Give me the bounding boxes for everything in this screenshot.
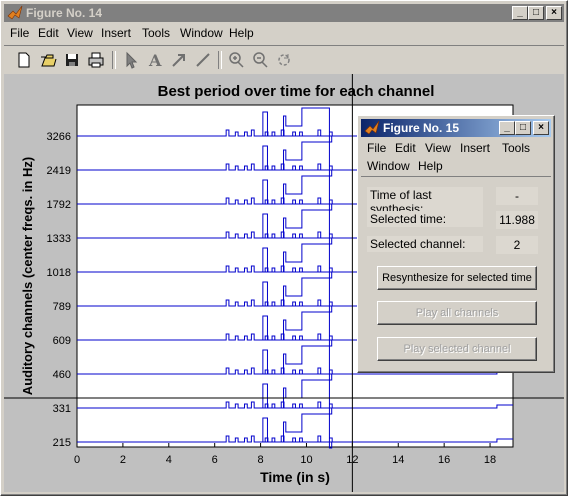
- selected-time-value: 11.988: [496, 211, 538, 229]
- popup-menu-file[interactable]: File: [367, 141, 386, 155]
- selected-time-label: Selected time:: [367, 211, 483, 227]
- menu-tools[interactable]: Tools: [142, 26, 170, 40]
- resynthesize-button[interactable]: Resynthesize for selected time: [377, 266, 537, 290]
- x-tick-label: 8: [258, 454, 264, 466]
- popup-close-button[interactable]: ×: [533, 121, 549, 135]
- y-tick-label: 789: [53, 301, 71, 313]
- popup-menu-view[interactable]: View: [425, 141, 451, 155]
- line-insert-icon[interactable]: [193, 50, 213, 70]
- y-tick-label: 3266: [47, 131, 71, 143]
- new-file-icon[interactable]: [14, 50, 34, 70]
- popup-menu-insert[interactable]: Insert: [460, 141, 490, 155]
- select-arrow-icon[interactable]: [121, 50, 141, 70]
- play-all-channels-button[interactable]: Play all channels: [377, 301, 537, 325]
- y-tick-label: 609: [53, 335, 71, 347]
- popup-minimize-button[interactable]: _: [499, 121, 515, 135]
- chart-title: Best period over time for each channel: [158, 83, 435, 100]
- x-tick-label: 14: [392, 454, 404, 466]
- last-synthesis-value: -: [496, 187, 538, 205]
- toolbar-separator: [218, 51, 222, 69]
- popup-menu-edit[interactable]: Edit: [395, 141, 416, 155]
- zoom-in-icon[interactable]: [226, 50, 246, 70]
- play-selected-channel-button[interactable]: Play selected channel: [377, 337, 537, 361]
- y-tick-label: 1792: [47, 199, 71, 211]
- menu-file[interactable]: File: [10, 26, 29, 40]
- maximize-button[interactable]: □: [528, 6, 544, 20]
- y-tick-label: 331: [53, 403, 71, 415]
- selected-channel-value: 2: [496, 236, 538, 254]
- x-tick-label: 4: [166, 454, 172, 466]
- zoom-out-icon[interactable]: [250, 50, 270, 70]
- y-tick-label: 1018: [47, 267, 71, 279]
- menu-view[interactable]: View: [67, 26, 93, 40]
- close-button[interactable]: ×: [546, 6, 562, 20]
- menu-window[interactable]: Window: [180, 26, 223, 40]
- x-tick-label: 2: [120, 454, 126, 466]
- rotate-icon[interactable]: [274, 50, 294, 70]
- y-axis-label: Auditory channels (center freqs. in Hz): [20, 157, 35, 395]
- popup-window: Figure No. 15 _ □ × File Edit View Inser…: [357, 115, 555, 373]
- x-tick-label: 0: [74, 454, 80, 466]
- popup-menu-tools[interactable]: Tools: [502, 141, 530, 155]
- menu-help[interactable]: Help: [229, 26, 254, 40]
- x-axis-label: Time (in s): [260, 469, 330, 485]
- matlab-logo-icon: [7, 5, 23, 20]
- print-icon[interactable]: [86, 50, 106, 70]
- arrow-insert-icon[interactable]: [169, 50, 189, 70]
- matlab-logo-icon: [364, 120, 380, 135]
- save-icon[interactable]: [62, 50, 82, 70]
- minimize-button[interactable]: _: [512, 6, 528, 20]
- open-folder-icon[interactable]: [38, 50, 58, 70]
- svg-text:A: A: [148, 51, 162, 70]
- x-tick-label: 6: [212, 454, 218, 466]
- main-title-bar[interactable]: Figure No. 14 _ □ ×: [4, 4, 564, 22]
- toolbar-separator: [112, 51, 116, 69]
- y-tick-label: 215: [53, 437, 71, 449]
- popup-title-bar[interactable]: Figure No. 15 _ □ ×: [361, 119, 551, 137]
- popup-menu-help[interactable]: Help: [418, 159, 443, 173]
- menu-edit[interactable]: Edit: [38, 26, 59, 40]
- menu-insert[interactable]: Insert: [101, 26, 131, 40]
- main-window-title: Figure No. 14: [26, 6, 103, 20]
- y-tick-label: 2419: [47, 165, 71, 177]
- popup-menu-bar: File Edit View Insert Tools Window Help: [361, 139, 551, 175]
- main-toolbar: A: [4, 45, 564, 75]
- popup-menu-window[interactable]: Window: [367, 159, 410, 173]
- x-tick-label: 18: [484, 454, 496, 466]
- popup-window-title: Figure No. 15: [383, 121, 460, 135]
- y-tick-label: 460: [53, 369, 71, 381]
- text-insert-icon[interactable]: A: [145, 50, 165, 70]
- selected-channel-label: Selected channel:: [367, 236, 483, 252]
- x-tick-label: 16: [438, 454, 450, 466]
- popup-maximize-button[interactable]: □: [515, 121, 531, 135]
- popup-panel: Time of last synthesis: - Selected time:…: [361, 176, 551, 369]
- y-tick-label: 1333: [47, 233, 71, 245]
- x-tick-label: 10: [300, 454, 312, 466]
- main-menu-bar: File Edit View Insert Tools Window Help: [4, 24, 564, 42]
- play-selected-channel-label: Play selected channel: [403, 343, 511, 355]
- play-all-channels-label: Play all channels: [415, 307, 499, 319]
